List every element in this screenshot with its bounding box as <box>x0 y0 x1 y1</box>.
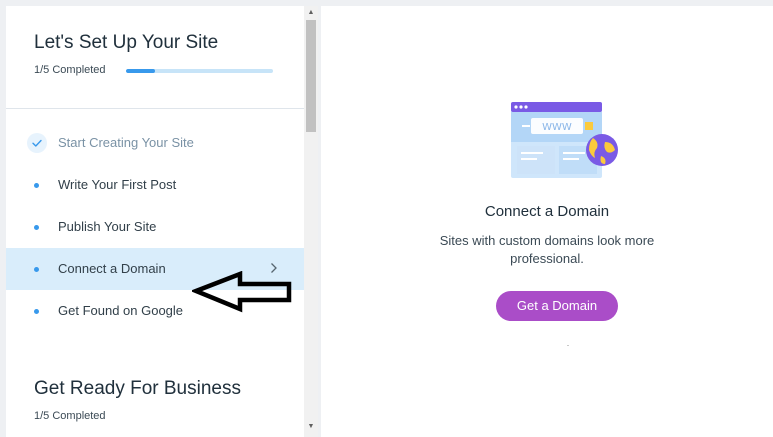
setup-progress-fill <box>126 69 156 73</box>
step-start-creating-site[interactable]: Start Creating Your Site <box>6 122 304 164</box>
setup-progress-text: 1/5 Completed <box>34 64 106 76</box>
business-section-title: Get Ready For Business <box>34 378 241 399</box>
section-divider <box>6 108 304 109</box>
setup-checklist-panel: Let's Set Up Your Site 1/5 Completed Sta… <box>6 6 304 437</box>
setup-section-title: Let's Set Up Your Site <box>34 32 219 53</box>
detail-description: Sites with custom domains look more prof… <box>439 233 655 266</box>
checkmark-icon <box>27 133 47 153</box>
annotation-arrow-icon <box>189 270 296 313</box>
step-publish-site[interactable]: Publish Your Site <box>6 206 304 248</box>
step-label: Write Your First Post <box>58 177 177 192</box>
bullet-dot-icon <box>34 309 39 314</box>
step-detail-panel: WWW Connect a Domain Sites with custom d… <box>321 6 773 437</box>
setup-progress-bar <box>126 69 273 73</box>
illustration-www-text: WWW <box>542 122 572 133</box>
step-write-first-post[interactable]: Write Your First Post <box>6 164 304 206</box>
decorative-dot <box>567 345 569 346</box>
step-label: Publish Your Site <box>58 219 157 234</box>
bullet-dot-icon <box>34 183 39 188</box>
scrollbar-thumb[interactable] <box>306 20 316 132</box>
scroll-down-icon[interactable]: ▼ <box>304 421 318 433</box>
bullet-dot-icon <box>34 267 39 272</box>
business-progress-text: 1/5 Completed <box>34 410 106 422</box>
globe-browser-illustration-icon: WWW <box>507 98 619 180</box>
vertical-scrollbar[interactable]: ▲ ▼ <box>304 6 318 437</box>
step-label: Connect a Domain <box>58 261 166 276</box>
step-label: Start Creating Your Site <box>58 135 194 150</box>
bullet-dot-icon <box>34 225 39 230</box>
get-domain-button[interactable]: Get a Domain <box>496 291 618 321</box>
step-label: Get Found on Google <box>58 303 184 318</box>
scroll-up-icon[interactable]: ▲ <box>304 7 318 19</box>
detail-title: Connect a Domain <box>484 203 610 220</box>
